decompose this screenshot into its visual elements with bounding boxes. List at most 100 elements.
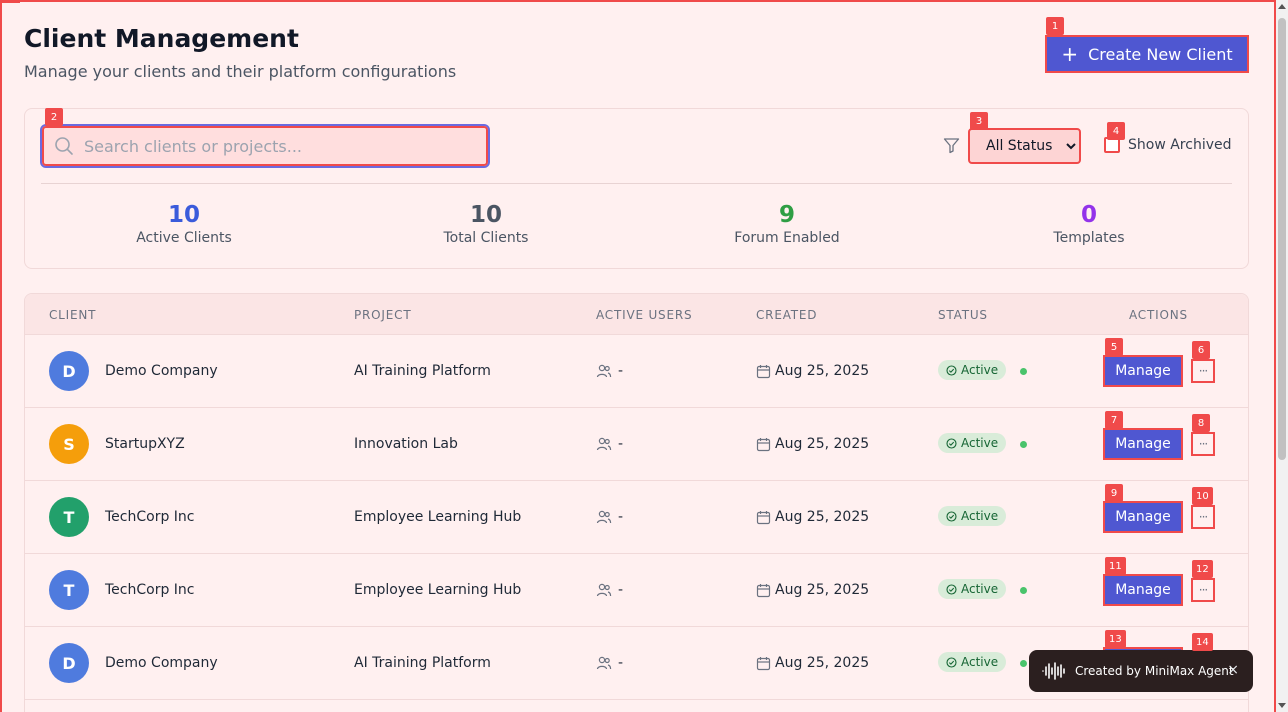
- scroll-up-arrow-icon[interactable]: [1278, 4, 1286, 9]
- active-users-value: -: [618, 436, 624, 452]
- status-text: Active: [961, 363, 999, 377]
- active-users-cell: -: [596, 582, 623, 598]
- online-indicator-dot: [1020, 441, 1027, 448]
- status-filter-select[interactable]: All Status: [968, 128, 1081, 164]
- active-users-value: -: [618, 655, 624, 671]
- status-badge: Active: [938, 579, 1007, 599]
- check-circle-icon: [946, 364, 957, 376]
- stat-value: 0: [1080, 202, 1097, 228]
- table-row: T TechCorp Inc Employee Learning Hub - Aug 2…: [25, 554, 1248, 627]
- annotation-badge: 14: [1192, 633, 1213, 651]
- manage-button[interactable]: Manage: [1103, 501, 1183, 533]
- column-header-project: PROJECT: [354, 308, 412, 322]
- more-options-icon[interactable]: ···: [1191, 505, 1215, 529]
- status-badge: Active: [938, 360, 1007, 380]
- created-date: Aug 25, 2025: [775, 509, 870, 525]
- project-name: AI Training Platform: [354, 655, 491, 671]
- search-icon: [55, 137, 73, 155]
- annotation-badge: 6: [1192, 341, 1210, 359]
- project-name: AI Training Platform: [354, 363, 491, 379]
- annotation-badge: 10: [1192, 487, 1213, 505]
- filter-icon: [943, 138, 960, 154]
- created-date-cell: Aug 25, 2025: [756, 363, 869, 379]
- status-badge: Active: [938, 652, 1007, 672]
- corner-mark: [0, 0, 20, 3]
- client-avatar: T: [49, 497, 89, 537]
- scrollbar-thumb[interactable]: [1278, 18, 1286, 460]
- client-name: Demo Company: [105, 363, 218, 379]
- check-circle-icon: [946, 656, 957, 668]
- project-name: Employee Learning Hub: [354, 582, 522, 598]
- status-text: Active: [961, 436, 999, 450]
- stat-label: Forum Enabled: [734, 230, 840, 246]
- check-circle-icon: [946, 437, 957, 449]
- active-users-cell: -: [596, 655, 623, 671]
- table-header: CLIENT PROJECT ACTIVE USERS CREATED STAT…: [25, 294, 1248, 335]
- project-name: Innovation Lab: [354, 436, 458, 452]
- online-indicator-dot: [1020, 660, 1027, 667]
- table-row: T TechCorp Inc Employee Learning Hub - Aug 2…: [25, 481, 1248, 554]
- created-date-cell: Aug 25, 2025: [756, 509, 869, 525]
- show-archived-label: Show Archived: [1128, 137, 1232, 153]
- stat-value: 10: [167, 202, 200, 228]
- users-icon: [596, 437, 612, 451]
- column-header-status: STATUS: [938, 308, 988, 322]
- scroll-down-arrow-icon[interactable]: [1278, 703, 1286, 708]
- created-date: Aug 25, 2025: [775, 582, 870, 598]
- status-text: Active: [961, 582, 999, 596]
- check-circle-icon: [946, 510, 957, 522]
- create-new-client-button[interactable]: + Create New Client: [1045, 35, 1249, 73]
- annotation-badge: 13: [1105, 630, 1126, 648]
- active-users-value: -: [618, 582, 624, 598]
- created-date-cell: Aug 25, 2025: [756, 436, 869, 452]
- status-badge: Active: [938, 433, 1007, 453]
- more-options-icon[interactable]: ···: [1191, 359, 1215, 383]
- more-options-icon[interactable]: ···: [1191, 432, 1215, 456]
- users-icon: [596, 656, 612, 670]
- column-header-created: CREATED: [756, 308, 818, 322]
- column-header-active-users: ACTIVE USERS: [596, 308, 693, 322]
- search-input[interactable]: [84, 136, 464, 156]
- stat-label: Total Clients: [443, 230, 529, 246]
- manage-button[interactable]: Manage: [1103, 355, 1183, 387]
- annotation-badge: 11: [1105, 557, 1126, 575]
- search-box[interactable]: [40, 124, 490, 168]
- client-name: TechCorp Inc: [105, 582, 195, 598]
- calendar-icon: [756, 656, 771, 670]
- close-icon[interactable]: ×: [1227, 662, 1239, 678]
- active-users-cell: -: [596, 363, 623, 379]
- status-badge: Active: [938, 506, 1007, 526]
- more-options-icon[interactable]: ···: [1191, 578, 1215, 602]
- stat-value: 10: [469, 202, 502, 228]
- status-text: Active: [961, 655, 999, 669]
- scrollbar[interactable]: [1276, 0, 1288, 712]
- client-avatar: S: [49, 424, 89, 464]
- stat-label: Active Clients: [136, 230, 232, 246]
- client-avatar: D: [49, 351, 89, 391]
- stat-forum-enabled: 9 Forum Enabled: [687, 202, 887, 246]
- active-users-cell: -: [596, 436, 623, 452]
- annotation-badge: 3: [970, 112, 988, 130]
- table-row: D Demo Company AI Training Platform - Aug 25…: [25, 335, 1248, 408]
- calendar-icon: [756, 583, 771, 597]
- calendar-icon: [756, 510, 771, 524]
- created-date-cell: Aug 25, 2025: [756, 582, 869, 598]
- column-header-actions: ACTIONS: [1129, 308, 1188, 322]
- client-avatar: D: [49, 643, 89, 683]
- status-text: Active: [961, 509, 999, 523]
- online-indicator-dot: [1020, 587, 1027, 594]
- calendar-icon: [756, 437, 771, 451]
- stat-total-clients: 10 Total Clients: [386, 202, 586, 246]
- active-users-value: -: [618, 509, 624, 525]
- manage-button[interactable]: Manage: [1103, 574, 1183, 606]
- toast-notification: Created by MiniMax Agent ×: [1029, 650, 1253, 692]
- created-date-cell: Aug 25, 2025: [756, 655, 869, 671]
- client-name: StartupXYZ: [105, 436, 185, 452]
- table-row: S StartupXYZ Innovation Lab - Aug 25, 2025 Ac…: [25, 408, 1248, 481]
- page-subtitle: Manage your clients and their platform c…: [24, 62, 457, 81]
- manage-button[interactable]: Manage: [1103, 428, 1183, 460]
- stat-value: 9: [778, 202, 795, 228]
- active-users-cell: -: [596, 509, 623, 525]
- annotation-badge: 8: [1192, 414, 1210, 432]
- toast-text: Created by MiniMax Agent: [1075, 664, 1234, 678]
